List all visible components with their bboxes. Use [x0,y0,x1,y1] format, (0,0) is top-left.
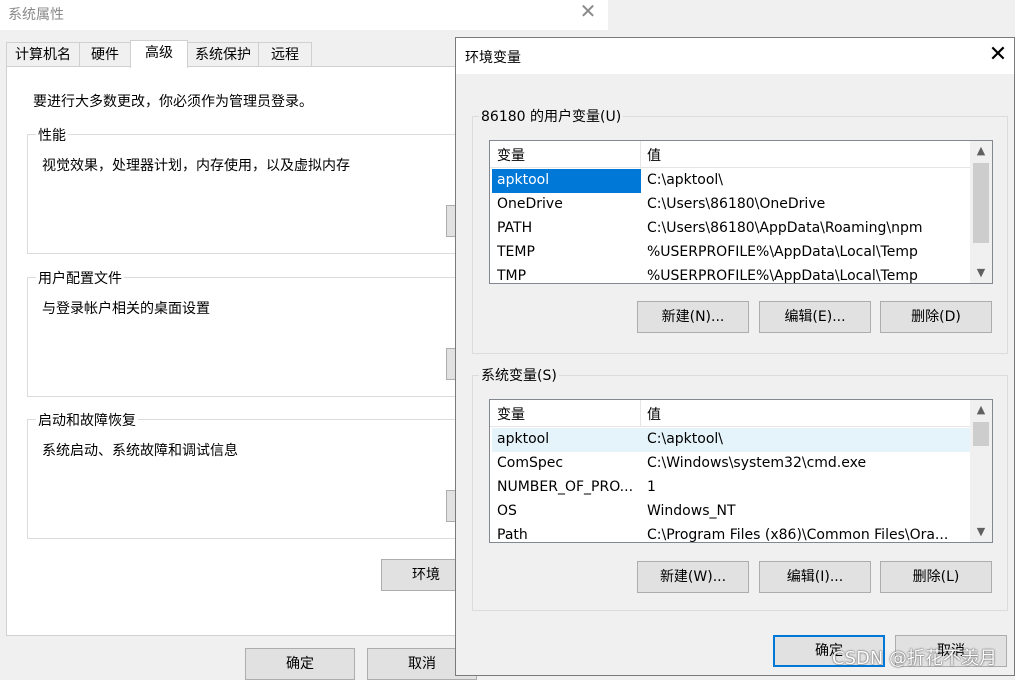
system-properties-title: 系统属性 [8,7,64,23]
scroll-up-icon[interactable]: ▲ [970,141,992,161]
list-header: 变量 值 [490,141,970,168]
user-var-row-path[interactable]: PATH C:\Users\86180\AppData\Roaming\npm [492,217,970,241]
var-value: 1 [647,479,656,495]
environment-variables-dialog: 环境变量 ✕ 86180 的用户变量(U) 变量 值 apktool C:\ap… [455,37,1015,676]
user-var-row-tmp[interactable]: TMP %USERPROFILE%\AppData\Local\Temp [492,265,970,284]
user-variables-list[interactable]: 变量 值 apktool C:\apktool\ OneDrive C:\Use… [489,140,993,284]
column-header-variable[interactable]: 变量 [497,404,525,424]
user-variables-group: 86180 的用户变量(U) 变量 值 apktool C:\apktool\ … [472,106,1008,354]
system-variables-list[interactable]: 变量 值 apktool C:\apktool\ ComSpec C:\Wind… [489,399,993,543]
performance-group-title: 性能 [36,125,68,145]
scroll-thumb[interactable] [973,163,989,243]
user-delete-button[interactable]: 删除(D) [880,301,992,333]
system-list-scrollbar[interactable]: ▲ ▼ [970,400,992,542]
startup-recovery-description: 系统启动、系统故障和调试信息 [42,443,238,459]
close-icon[interactable]: ✕ [576,0,600,24]
system-delete-button[interactable]: 删除(L) [880,561,992,593]
system-new-button[interactable]: 新建(W)... [637,561,749,593]
var-value: %USERPROFILE%\AppData\Local\Temp [647,268,918,284]
var-value: Windows_NT [647,503,736,519]
var-name: TEMP [497,244,535,260]
scroll-thumb[interactable] [973,422,989,446]
scroll-up-icon[interactable]: ▲ [970,400,992,420]
system-edit-button[interactable]: 编辑(I)... [759,561,871,593]
var-value: C:\Windows\system32\cmd.exe [647,455,867,471]
column-divider[interactable] [640,141,641,167]
watermark: CSDN @折花不羡月 [832,648,998,669]
user-var-row-temp[interactable]: TEMP %USERPROFILE%\AppData\Local\Temp [492,241,970,265]
system-var-row-comspec[interactable]: ComSpec C:\Windows\system32\cmd.exe [492,452,970,476]
var-name: TMP [497,268,527,284]
var-value: C:\Program Files (x86)\Common Files\Ora.… [647,527,949,543]
performance-description: 视觉效果，处理器计划，内存使用，以及虚拟内存 [42,158,350,174]
user-edit-button[interactable]: 编辑(E)... [759,301,871,333]
column-divider[interactable] [640,400,641,426]
tab-advanced[interactable]: 高级 [130,40,188,68]
system-var-row-apktool[interactable]: apktool C:\apktool\ [492,428,970,452]
scroll-down-icon[interactable]: ▼ [970,263,992,283]
column-header-variable[interactable]: 变量 [497,145,525,165]
var-name: apktool [497,431,550,447]
var-name: Path [497,527,528,543]
list-header: 变量 值 [490,400,970,427]
tab-remote[interactable]: 远程 [258,42,312,66]
var-name: PATH [497,220,533,236]
env-dialog-titlebar[interactable] [456,38,1014,74]
ok-button[interactable]: 确定 [245,648,355,680]
user-new-button[interactable]: 新建(N)... [637,301,749,333]
var-value: %USERPROFILE%\AppData\Local\Temp [647,244,918,260]
var-value: C:\apktool\ [647,172,724,188]
system-properties-titlebar[interactable] [0,0,608,30]
var-value: C:\Users\86180\OneDrive [647,196,826,212]
system-variables-group: 系统变量(S) 变量 值 apktool C:\apktool\ ComSpec… [472,365,1008,611]
system-variables-group-title: 系统变量(S) [479,365,559,385]
close-icon[interactable]: ✕ [986,43,1010,67]
var-name: ComSpec [497,455,564,471]
var-value: C:\Users\86180\AppData\Roaming\npm [647,220,923,236]
system-var-row-path[interactable]: Path C:\Program Files (x86)\Common Files… [492,524,970,543]
user-variables-group-title: 86180 的用户变量(U) [479,106,624,126]
var-name: OneDrive [497,196,563,212]
env-dialog-title: 环境变量 [465,50,521,66]
tab-hardware[interactable]: 硬件 [79,42,131,66]
system-var-row-os[interactable]: OS Windows_NT [492,500,970,524]
var-name: NUMBER_OF_PRO... [497,479,634,495]
var-value: C:\apktool\ [647,431,724,447]
scroll-down-icon[interactable]: ▼ [970,522,992,542]
admin-note: 要进行大多数更改，你必须作为管理员登录。 [33,94,313,110]
tab-system-protection[interactable]: 系统保护 [187,42,259,66]
startup-recovery-group-title: 启动和故障恢复 [36,410,138,430]
tab-computer-name[interactable]: 计算机名 [6,42,80,66]
column-header-value[interactable]: 值 [647,404,661,424]
user-var-row-apktool[interactable]: apktool C:\apktool\ [492,169,970,193]
var-name: apktool [497,172,550,188]
user-var-row-onedrive[interactable]: OneDrive C:\Users\86180\OneDrive [492,193,970,217]
user-profiles-group-title: 用户配置文件 [36,268,124,288]
user-profiles-description: 与登录帐户相关的桌面设置 [42,301,210,317]
user-list-scrollbar[interactable]: ▲ ▼ [970,141,992,283]
system-var-row-number-of-processors[interactable]: NUMBER_OF_PRO... 1 [492,476,970,500]
var-name: OS [497,503,517,519]
column-header-value[interactable]: 值 [647,145,661,165]
